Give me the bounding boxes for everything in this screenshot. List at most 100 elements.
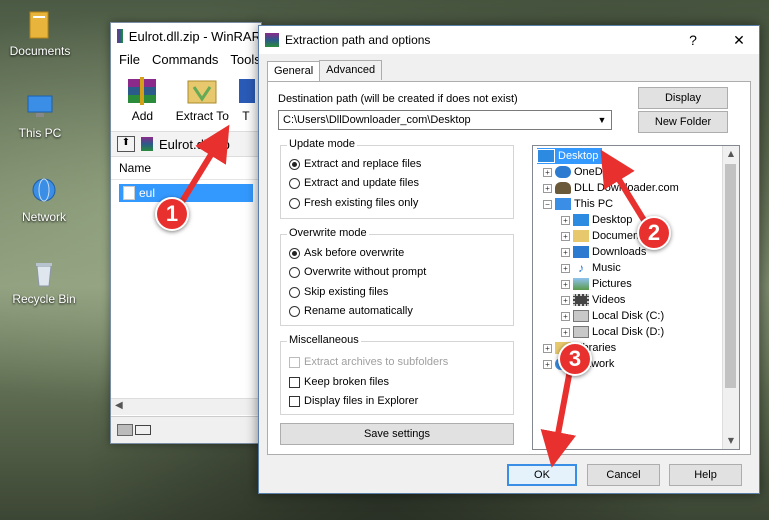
- tree-item-onedrive[interactable]: + OneDrive: [543, 164, 620, 180]
- test-button[interactable]: T: [237, 73, 255, 127]
- new-folder-button[interactable]: New Folder: [638, 111, 728, 133]
- tab-general[interactable]: General: [267, 61, 321, 81]
- folder-tree[interactable]: Desktop + OneDrive + DLL Downloader.com …: [532, 145, 740, 450]
- radio-overwrite-without-prompt[interactable]: Overwrite without prompt: [289, 266, 426, 278]
- tree-item-local-disk-c[interactable]: + Local Disk (C:): [561, 308, 664, 324]
- expand-icon[interactable]: +: [561, 263, 570, 273]
- checkbox-extract-to-subfolders: Extract archives to subfolders: [289, 356, 448, 368]
- radio-selected-icon[interactable]: [289, 247, 300, 259]
- documents-folder-icon: [573, 230, 589, 242]
- up-folder-icon[interactable]: ⬆: [117, 136, 135, 152]
- radio-skip-existing[interactable]: Skip existing files: [289, 286, 388, 298]
- collapse-icon[interactable]: −: [543, 199, 552, 209]
- computer-icon: [555, 198, 571, 210]
- tree-item-dll-downloader[interactable]: + DLL Downloader.com: [543, 180, 679, 196]
- dialog-titlebar[interactable]: Extraction path and options ? ✕: [259, 26, 759, 54]
- tree-item-desktop[interactable]: Desktop: [537, 148, 603, 164]
- display-button[interactable]: Display: [638, 87, 728, 109]
- scroll-left-icon[interactable]: ◀: [115, 400, 123, 411]
- tab-advanced[interactable]: Advanced: [319, 60, 383, 80]
- ok-button[interactable]: OK: [507, 464, 577, 486]
- tree-item-documents[interactable]: + Documents: [561, 228, 648, 244]
- horizontal-scrollbar[interactable]: ◀: [111, 398, 259, 415]
- general-panel: Destination path (will be created if doe…: [267, 81, 751, 455]
- extract-to-button[interactable]: Extract To: [176, 73, 229, 127]
- add-label: Add: [131, 109, 154, 123]
- help-button[interactable]: Help: [669, 464, 742, 486]
- expand-icon[interactable]: +: [561, 247, 570, 257]
- radio-rename-automatically[interactable]: Rename automatically: [289, 305, 413, 317]
- tree-item-local-disk-d[interactable]: + Local Disk (D:): [561, 324, 664, 340]
- menu-tools[interactable]: Tools: [230, 52, 260, 67]
- radio-label: Skip existing files: [304, 286, 389, 298]
- destination-path-value: C:\Users\DllDownloader_com\Desktop: [283, 114, 471, 126]
- radio-icon[interactable]: [289, 177, 300, 189]
- scroll-down-icon[interactable]: ▼: [723, 433, 739, 449]
- tree-item-this-pc[interactable]: − This PC: [543, 196, 613, 212]
- radio-icon[interactable]: [289, 197, 300, 209]
- computer-icon: [24, 92, 56, 124]
- expand-icon[interactable]: +: [543, 343, 552, 353]
- save-settings-button[interactable]: Save settings: [280, 423, 514, 445]
- scrollbar-thumb[interactable]: [725, 164, 736, 388]
- expand-icon[interactable]: +: [561, 279, 570, 289]
- checkbox-keep-broken-files[interactable]: Keep broken files: [289, 376, 389, 388]
- desktop-icon-documents[interactable]: Documents: [4, 10, 76, 58]
- step-2-badge: 2: [637, 216, 671, 250]
- desktop-icon-label: Documents: [9, 44, 71, 58]
- desktop-icon-label: Recycle Bin: [12, 292, 76, 306]
- extraction-dialog: Extraction path and options ? ✕ General …: [258, 25, 760, 494]
- chevron-down-icon[interactable]: ▼: [593, 115, 611, 125]
- cancel-button[interactable]: Cancel: [587, 464, 660, 486]
- close-icon[interactable]: ✕: [719, 32, 759, 49]
- radio-selected-icon[interactable]: [289, 158, 300, 170]
- desktop-icon-network[interactable]: Network: [8, 176, 80, 224]
- drive-icon: [573, 310, 589, 322]
- checkbox-label: Extract archives to subfolders: [304, 356, 449, 368]
- add-button[interactable]: Add: [117, 73, 168, 127]
- tree-item-downloads[interactable]: + Downloads: [561, 244, 646, 260]
- desktop-icon-recycle-bin[interactable]: Recycle Bin: [8, 258, 80, 306]
- column-header-label: Name: [119, 161, 152, 175]
- radio-extract-update[interactable]: Extract and update files: [289, 177, 419, 189]
- menu-commands[interactable]: Commands: [152, 52, 218, 67]
- checkbox-icon[interactable]: [289, 376, 300, 388]
- destination-path-combobox[interactable]: C:\Users\DllDownloader_com\Desktop ▼: [278, 110, 612, 130]
- checkbox-display-in-explorer[interactable]: Display files in Explorer: [289, 395, 418, 407]
- checkbox-label: Display files in Explorer: [304, 395, 419, 407]
- winrar-window: Eulrot.dll.zip - WinRAR File Commands To…: [110, 22, 262, 444]
- test-label: T: [242, 109, 250, 123]
- checkbox-label: Keep broken files: [304, 376, 389, 388]
- expand-icon[interactable]: +: [561, 311, 570, 321]
- tree-item-pc-desktop[interactable]: + Desktop: [561, 212, 632, 228]
- file-row[interactable]: eul: [119, 184, 253, 202]
- scroll-up-icon[interactable]: ▲: [723, 146, 739, 162]
- file-icon: [123, 186, 135, 200]
- tree-item-pictures[interactable]: + Pictures: [561, 276, 632, 292]
- tree-vertical-scrollbar[interactable]: ▲ ▼: [722, 146, 739, 449]
- radio-fresh-existing[interactable]: Fresh existing files only: [289, 197, 418, 209]
- radio-extract-replace[interactable]: Extract and replace files: [289, 158, 421, 170]
- radio-ask-before-overwrite[interactable]: Ask before overwrite: [289, 247, 404, 259]
- expand-icon[interactable]: +: [561, 295, 570, 305]
- expand-icon[interactable]: +: [543, 167, 552, 177]
- radio-icon[interactable]: [289, 266, 300, 278]
- expand-icon[interactable]: +: [561, 327, 570, 337]
- tree-item-label: Local Disk (C:): [592, 310, 665, 322]
- expand-icon[interactable]: +: [561, 215, 570, 225]
- tree-item-videos[interactable]: + Videos: [561, 292, 625, 308]
- expand-icon[interactable]: +: [543, 183, 552, 193]
- desktop-icon-this-pc[interactable]: This PC: [4, 92, 76, 140]
- expand-icon[interactable]: +: [561, 231, 570, 241]
- radio-icon[interactable]: [289, 286, 300, 298]
- expand-icon[interactable]: +: [543, 359, 552, 369]
- column-header-name[interactable]: Name: [111, 157, 261, 180]
- tree-item-music[interactable]: + ♪ Music: [561, 260, 621, 276]
- recycle-bin-icon: [28, 258, 60, 290]
- menu-file[interactable]: File: [119, 52, 140, 67]
- help-icon[interactable]: ?: [673, 32, 713, 48]
- radio-icon[interactable]: [289, 305, 300, 317]
- checkbox-icon[interactable]: [289, 395, 300, 407]
- winrar-titlebar[interactable]: Eulrot.dll.zip - WinRAR: [111, 23, 261, 49]
- winrar-pathbar: ⬆ Eulrot.dll.zip: [111, 131, 261, 157]
